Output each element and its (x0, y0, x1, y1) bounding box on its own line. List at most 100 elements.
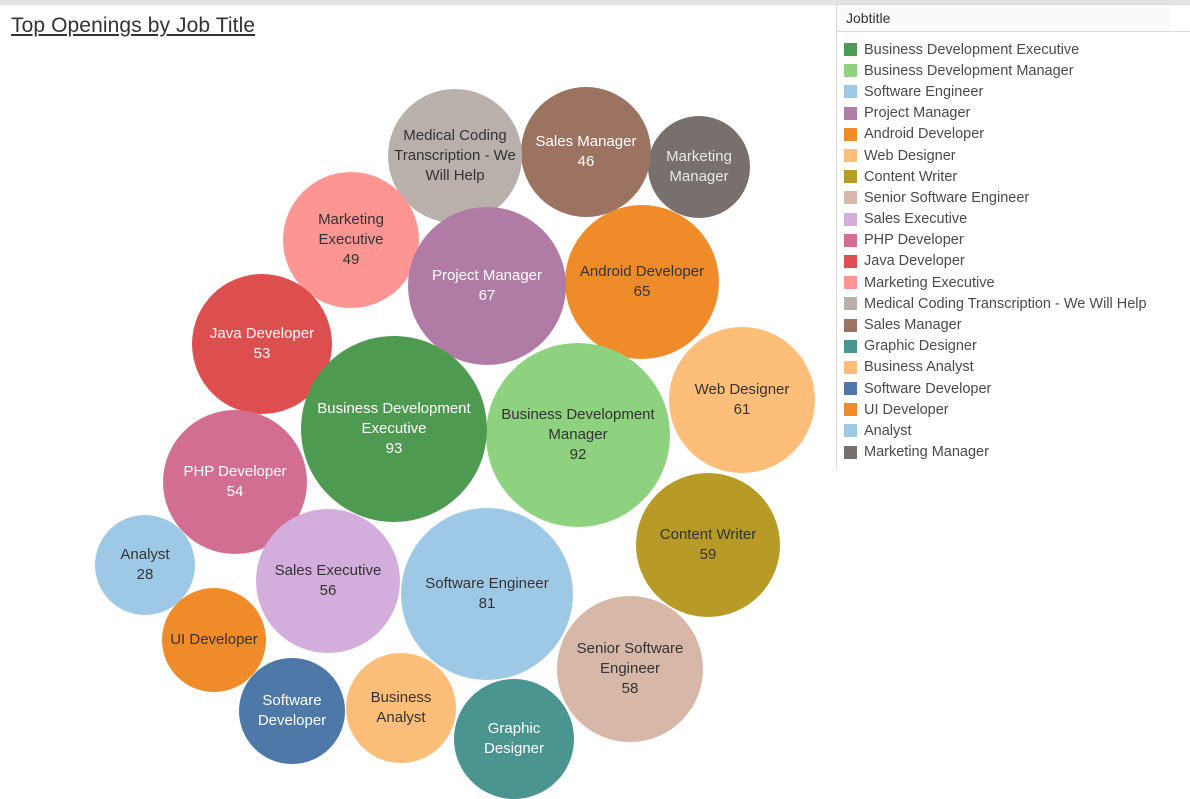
bubble-value: 61 (733, 401, 751, 418)
bubble[interactable]: Marketing Manager (648, 116, 750, 218)
bubble-label: Android Developer (579, 263, 705, 281)
legend-color-swatch (844, 424, 857, 438)
bubble[interactable]: Software Engineer 81 (401, 508, 573, 680)
legend-color-swatch (844, 170, 857, 184)
legend-color-swatch (844, 445, 857, 459)
legend-color-swatch (844, 212, 857, 226)
bubble-value: 56 (319, 582, 337, 599)
bubble-label: Web Designer (694, 381, 790, 399)
legend-item[interactable]: Graphic Designer (837, 336, 1190, 357)
legend-item-label: Sales Manager (864, 317, 962, 334)
legend-item[interactable]: Android Developer (837, 124, 1190, 145)
legend-header: Jobtitle (836, 4, 1170, 32)
bubble-label: Business Development Manager (501, 406, 655, 444)
bubble-label: Content Writer (659, 526, 757, 544)
legend-item[interactable]: Senior Software Engineer (837, 187, 1190, 208)
legend-item-label: Graphic Designer (864, 338, 977, 355)
legend-color-swatch (844, 64, 857, 78)
bubble-chart: Business Development Executive 93 Business… (0, 30, 835, 799)
bubble-value: 53 (253, 345, 271, 362)
legend-color-swatch (844, 106, 857, 120)
legend-item-label: Analyst (864, 422, 912, 439)
worksheet-canvas: Top Openings by Job Title Business Devel… (0, 0, 1190, 799)
legend-item[interactable]: Medical Coding Transcription - We Will H… (837, 293, 1190, 314)
legend-color-swatch (844, 360, 857, 374)
bubble[interactable]: Business Development Manager 92 (486, 343, 670, 527)
bubble-label: Sales Executive (274, 562, 382, 580)
legend-item-label: Business Development Executive (864, 41, 1080, 58)
legend-item[interactable]: UI Developer (837, 399, 1190, 420)
legend-title: Jobtitle (846, 10, 891, 26)
legend-item[interactable]: Sales Manager (837, 314, 1190, 335)
legend-item-label: Software Developer (864, 380, 992, 397)
legend-color-swatch (844, 254, 857, 268)
bubble[interactable]: Software Developer (239, 658, 345, 764)
bubble-value: 93 (385, 439, 403, 457)
legend-items-list: Business Development Executive Business D… (836, 32, 1190, 470)
bubble[interactable]: Sales Executive 56 (256, 509, 400, 653)
bubble-value: 49 (342, 250, 360, 268)
legend-item[interactable]: Content Writer (837, 166, 1190, 187)
legend-color-swatch (844, 149, 857, 163)
legend-item-label: Senior Software Engineer (864, 189, 1030, 206)
legend-color-swatch (844, 382, 857, 396)
legend-item[interactable]: Software Engineer (837, 81, 1190, 102)
bubble-label: Business Analyst (370, 689, 432, 726)
bubble[interactable]: Senior Software Engineer 58 (557, 596, 703, 742)
legend-item-label: Business Development Manager (864, 62, 1074, 79)
legend-item[interactable]: PHP Developer (837, 230, 1190, 251)
legend-item-label: Java Developer (864, 253, 965, 270)
bubble-value: 67 (478, 287, 496, 304)
bubble[interactable]: Business Development Executive 93 (301, 336, 487, 522)
bubble-label: Analyst (120, 546, 170, 564)
legend-color-swatch (844, 127, 857, 141)
legend-color-swatch (844, 297, 857, 311)
legend-item-label: PHP Developer (864, 232, 964, 249)
bubble-value: 92 (569, 445, 587, 463)
legend-color-swatch (844, 276, 857, 290)
legend-item-label: Medical Coding Transcription - We Will H… (864, 295, 1147, 312)
bubble[interactable]: Content Writer 59 (636, 473, 780, 617)
legend-item[interactable]: Software Developer (837, 378, 1190, 399)
bubble-label: Sales Manager (535, 133, 637, 151)
legend-item[interactable]: Marketing Manager (837, 442, 1190, 463)
legend-item-label: Sales Executive (864, 211, 968, 228)
legend-item[interactable]: Project Manager (837, 103, 1190, 124)
bubble[interactable]: Graphic Designer (454, 679, 574, 799)
legend-item-label: Android Developer (864, 126, 985, 143)
legend-item[interactable]: Java Developer (837, 251, 1190, 272)
legend-color-swatch (844, 318, 857, 332)
bubble-label: Graphic Designer (483, 720, 545, 757)
legend-item[interactable]: Web Designer (837, 145, 1190, 166)
legend-color-swatch (844, 43, 857, 57)
bubble-value: 59 (699, 546, 717, 563)
legend-item[interactable]: Sales Executive (837, 209, 1190, 230)
legend-color-swatch (844, 403, 857, 417)
legend-header-tail (1170, 4, 1190, 32)
bubble[interactable]: Project Manager 67 (408, 207, 566, 365)
bubble-value: 81 (478, 595, 496, 612)
legend-item-label: Business Analyst (864, 359, 974, 376)
legend-color-swatch (844, 233, 857, 247)
bubble-value: 54 (226, 483, 244, 500)
bubble-value: 58 (621, 679, 639, 697)
bubble-value: 46 (577, 153, 595, 170)
bubble[interactable]: Android Developer 65 (565, 205, 719, 359)
legend-item-label: Software Engineer (864, 83, 984, 100)
legend-item[interactable]: Business Analyst (837, 357, 1190, 378)
bubble[interactable]: Business Analyst (346, 653, 456, 763)
bubble[interactable]: Web Designer 61 (669, 327, 815, 473)
bubble-label: Software Engineer (425, 575, 549, 593)
bubble[interactable]: Sales Manager 46 (521, 87, 651, 217)
legend-item[interactable]: Business Development Manager (837, 60, 1190, 81)
legend-item[interactable]: Marketing Executive (837, 272, 1190, 293)
legend-item-label: Web Designer (864, 147, 956, 164)
legend-item[interactable]: Analyst (837, 420, 1190, 441)
legend-color-swatch (844, 339, 857, 353)
bubble-label: Marketing Executive (318, 211, 384, 249)
legend-item-label: Marketing Manager (864, 444, 989, 461)
bubble-label: Project Manager (431, 267, 543, 285)
legend-item[interactable]: Business Development Executive (837, 39, 1190, 60)
legend-panel: Jobtitle Business Development Executive B… (836, 4, 1190, 470)
bubble-value: 65 (633, 283, 651, 300)
